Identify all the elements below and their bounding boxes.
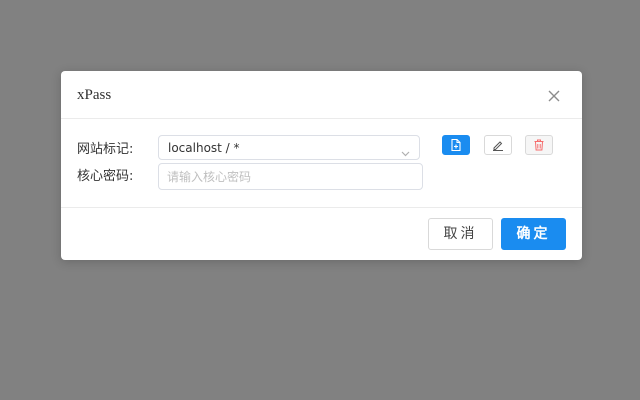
- password-label: 核心密码:: [77, 169, 134, 184]
- dialog-header: xPass: [61, 71, 582, 119]
- dialog-body: 网站标记: localhost / * 核心密码:: [61, 119, 582, 207]
- new-site-button[interactable]: [442, 135, 470, 155]
- password-input[interactable]: [158, 163, 423, 190]
- close-icon[interactable]: [547, 89, 561, 103]
- site-select-value: localhost / *: [168, 141, 240, 155]
- confirm-button[interactable]: 确定: [501, 218, 566, 250]
- cancel-button[interactable]: 取消: [428, 218, 493, 250]
- delete-site-button[interactable]: [525, 135, 553, 155]
- dialog-footer: 取消 确定: [61, 207, 582, 261]
- site-label: 网站标记:: [77, 142, 134, 157]
- chevron-down-icon: [401, 144, 410, 162]
- xpass-dialog: xPass 网站标记: localhost / * 核心密码: 取消 确定: [61, 71, 582, 260]
- site-select[interactable]: localhost / *: [158, 135, 420, 160]
- dialog-title: xPass: [77, 87, 112, 103]
- edit-site-button[interactable]: [484, 135, 512, 155]
